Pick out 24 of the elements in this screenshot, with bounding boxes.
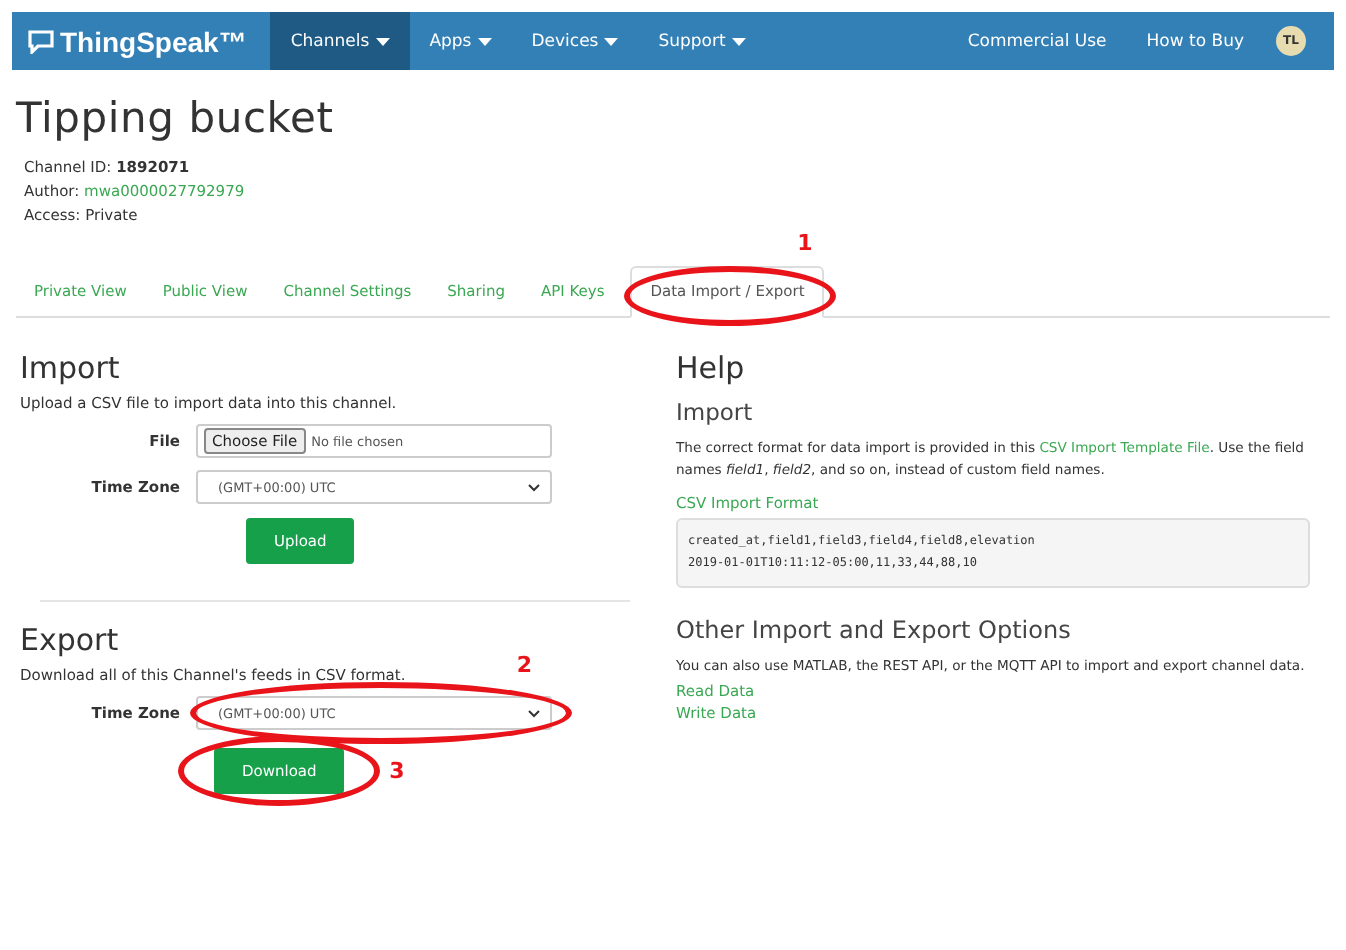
subsection-heading: Other Import and Export Options — [676, 616, 1073, 645]
nav-menu[interactable]: Devices — [511, 12, 639, 70]
chevron-icon — [528, 709, 540, 717]
nav-menu[interactable]: Apps — [409, 12, 512, 70]
annotation-number: 1 — [797, 230, 813, 256]
section-heading: Help — [676, 350, 747, 386]
chevron-icon — [528, 483, 540, 491]
nav-menu[interactable]: Support — [638, 12, 766, 70]
caret-icon — [375, 37, 390, 45]
caret-icon — [477, 37, 492, 45]
annotation-number: 3 — [389, 758, 405, 784]
nav-link[interactable]: How to Buy — [1126, 31, 1264, 51]
speech-bubble-icon — [28, 29, 54, 53]
section-heading: Import — [20, 350, 122, 386]
nav-menu[interactable]: Channels — [270, 12, 410, 70]
nav-link[interactable]: Commercial Use — [947, 31, 1127, 51]
channel-title: Tipping bucket — [16, 94, 336, 142]
brand-name: ThingSpeak™ — [60, 25, 247, 57]
caret-icon — [731, 37, 746, 45]
brand-logo[interactable]: ThingSpeak™ — [12, 25, 271, 57]
annotation-number: 2 — [516, 652, 532, 678]
caret-icon — [604, 37, 619, 45]
section-heading: Export — [20, 622, 121, 658]
subsection-heading: Import — [676, 398, 755, 426]
